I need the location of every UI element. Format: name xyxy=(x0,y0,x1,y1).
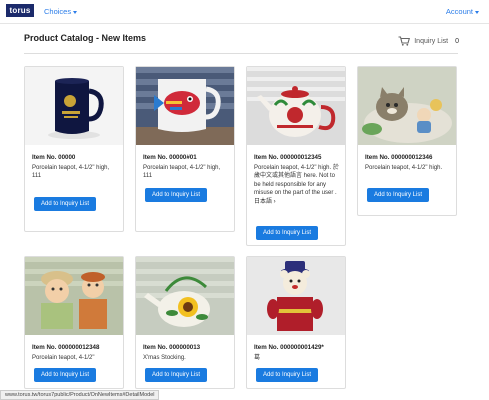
add-to-inquiry-button[interactable]: Add to Inquiry List xyxy=(367,188,429,202)
item-number: Item No. 000000013 xyxy=(143,344,201,351)
item-number: Item No. 00000 xyxy=(32,154,76,161)
status-bar-url: www.torus.tw/torus7public/Product/OnNewI… xyxy=(0,390,160,400)
add-to-inquiry-button[interactable]: Add to Inquiry List xyxy=(34,368,96,382)
inquiry-list-label: Inquiry List xyxy=(414,37,449,45)
product-image-fish-mug[interactable] xyxy=(136,67,234,145)
product-image-sunflower-teapot[interactable] xyxy=(136,257,234,335)
torus-logo[interactable]: torus xyxy=(6,4,34,17)
product-image-mug-black[interactable] xyxy=(25,67,123,145)
add-to-inquiry-button[interactable]: Add to Inquiry List xyxy=(256,226,318,240)
inquiry-count-badge: 0 xyxy=(455,37,459,45)
product-card: Item No. 000000012345 Porcelain teapot, … xyxy=(246,66,346,246)
product-photo xyxy=(136,67,234,145)
product-card: Item No. 000000001429* 葛 Add to Inquiry … xyxy=(246,256,346,389)
product-card: Item No. 00000 Porcelain teapot, 4-1/2" … xyxy=(24,66,124,232)
chevron-down-icon xyxy=(73,10,78,14)
item-description: Porcelain teapot, 4-1/2" high. xyxy=(365,165,443,171)
account-menu[interactable]: Account xyxy=(446,7,479,16)
item-number: Item No. 00000#01 xyxy=(143,154,197,161)
product-photo xyxy=(358,67,456,145)
item-number: Item No. 000000012345 xyxy=(254,154,322,161)
item-description: X'mas Stocking. xyxy=(143,355,186,361)
product-photo xyxy=(136,257,234,335)
inquiry-list-link[interactable]: Inquiry List 0 xyxy=(398,36,459,46)
product-photo xyxy=(247,257,345,335)
product-image-teapot-christmas[interactable] xyxy=(247,67,345,145)
item-description: Porcelain teapot, 4-1/2" high, 111 xyxy=(143,165,221,180)
product-photo xyxy=(25,257,123,335)
product-image-cat-figurine[interactable] xyxy=(358,67,456,145)
item-description: 葛 xyxy=(254,355,261,361)
cart-icon xyxy=(398,36,411,46)
item-number: Item No. 000000001429* xyxy=(254,344,324,351)
add-to-inquiry-button[interactable]: Add to Inquiry List xyxy=(145,368,207,382)
item-description: Porcelain teapot, 4-1/2" high, 111 xyxy=(32,165,110,180)
product-card: Item No. 000000012348 Porcelain teapot, … xyxy=(24,256,124,389)
add-to-inquiry-button[interactable]: Add to Inquiry List xyxy=(34,197,96,211)
item-description: Porcelain teapot, 4-1/2" high. 於歲中文或其他語言… xyxy=(254,165,339,205)
navbar: torus Choices Account xyxy=(0,0,489,24)
product-card: Item No. 00000#01 Porcelain teapot, 4-1/… xyxy=(135,66,235,232)
product-card: Item No. 000000013 X'mas Stocking. Add t… xyxy=(135,256,235,389)
item-number: Item No. 000000012346 xyxy=(365,154,433,161)
product-photo xyxy=(25,67,123,145)
product-photo xyxy=(247,67,345,145)
product-card: Item No. 000000012346 Porcelain teapot, … xyxy=(357,66,457,216)
product-image-bear-figurine[interactable] xyxy=(247,257,345,335)
choices-menu[interactable]: Choices xyxy=(44,7,78,16)
add-to-inquiry-button[interactable]: Add to Inquiry List xyxy=(145,188,207,202)
page-title: Product Catalog - New Items xyxy=(24,33,147,43)
item-description: Porcelain teapot, 4-1/2" xyxy=(32,355,95,361)
choices-label: Choices xyxy=(44,7,72,16)
account-label: Account xyxy=(445,7,473,16)
product-image-couple-figurine[interactable] xyxy=(25,257,123,335)
header-divider xyxy=(24,53,458,54)
item-number: Item No. 000000012348 xyxy=(32,344,100,351)
chevron-down-icon xyxy=(475,10,479,14)
add-to-inquiry-button[interactable]: Add to Inquiry List xyxy=(256,368,318,382)
